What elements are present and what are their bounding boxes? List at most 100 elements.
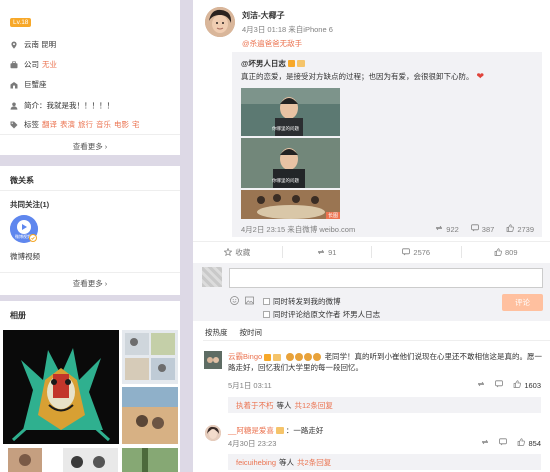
album-title: 相册 [10,311,26,320]
author-avatar[interactable] [205,7,235,37]
location-row: 云南 昆明 [10,39,56,50]
comment-icon [402,248,411,256]
comment-input[interactable] [229,268,543,288]
follow-name[interactable]: 微博视频 [10,251,40,262]
member-icon [275,427,284,434]
relations-more-link[interactable]: 查看更多 › [0,278,180,289]
repost-image[interactable]: 你哪里的问题 [241,88,340,136]
mention-link[interactable]: @杀遍爸爸无敌手 [242,38,302,49]
author-line: 刘洁-大椰子 [242,10,285,21]
vip-icon [287,60,295,67]
comment-to-author-checkbox[interactable] [263,311,270,318]
comment-like-count[interactable]: 1603 [524,381,541,390]
tab-hot[interactable]: 按热度 [205,327,228,338]
repost-block: @坏男人日志 真正的恋爱，是接受对方缺点的过程；也因为有爱，会很很卸下心防。 ❤… [232,52,542,237]
commenter-name[interactable]: __阿糖是爱喜 [228,425,274,436]
album-photo[interactable] [122,448,178,472]
repost-image[interactable]: 长图 [241,190,340,219]
album-photo[interactable] [8,448,42,472]
tag-item[interactable]: 宅 [132,119,140,130]
level-badge[interactable]: Lv.18 [10,18,32,27]
heart-icon: ❤ [476,71,485,81]
company-row: 公司 无业 [10,59,57,70]
repost-button[interactable]: 91 [283,248,372,257]
submit-comment-button[interactable]: 评论 [502,294,543,311]
my-avatar[interactable] [202,267,222,287]
comment-reply-icon[interactable] [495,380,504,390]
reply-user[interactable]: feicuihebing [236,458,276,467]
like-button[interactable]: 809 [462,248,550,257]
like-icon[interactable] [506,224,515,234]
like-icon[interactable] [517,438,526,448]
repost-count[interactable]: 922 [446,225,459,234]
repost-meta[interactable]: 4月2日 23:15 来自微博 weibo.com [241,224,355,235]
album-panel: 相册 [0,301,180,472]
repost-author[interactable]: @坏男人日志 [241,58,286,69]
zodiac-text: 巨蟹座 [24,80,47,89]
tag-item[interactable]: 电影 [114,119,129,130]
like-icon[interactable] [513,380,522,390]
reply-summary[interactable]: 执着于不朽 等人 共12条回复 [228,397,541,413]
repost-image[interactable]: 你哪里的问题 [241,138,340,188]
tag-item[interactable]: 表演 [60,119,75,130]
company-link[interactable]: 无业 [42,59,57,70]
comment-item: 云霸Bingo 老同学！真的听到小崔他们说现在心里还不敢相信这是真的。愿一路走好… [193,345,550,415]
comment-like-count[interactable]: 854 [528,439,541,448]
like-count[interactable]: 2739 [517,225,534,234]
comment-button[interactable]: 2576 [372,248,461,257]
favorite-button[interactable]: 收藏 [193,247,282,258]
tag-item[interactable]: 旅行 [78,119,93,130]
repost-stats: 922 387 2739 [435,224,534,234]
commenter-avatar[interactable] [205,425,221,441]
comment-count: 2576 [413,247,431,257]
repost-icon[interactable] [435,224,443,234]
common-follow-title: 共同关注(1) [10,200,50,209]
sort-tabs: 按热度 按时间 [205,327,262,338]
tag-item[interactable]: 翻译 [42,119,57,130]
relations-panel: 微关系 共同关注(1) 微博视频 微博视频 查看更多 › [0,166,180,295]
tab-time[interactable]: 按时间 [240,327,263,338]
comment-icon[interactable] [470,224,479,234]
relations-title: 微关系 [10,176,34,185]
reply-count-link[interactable]: 共12条回复 [295,400,333,411]
tag-icon [10,121,18,129]
comment-item: __阿糖是爱喜 ：一路走好 4月30日 23:23 854 feicuihebi… [193,421,550,472]
album-photo[interactable] [3,330,119,444]
reply-summary[interactable]: feicuihebing 等人 共2条回复 [228,454,541,470]
like-count: 809 [504,247,518,257]
repost-checkbox[interactable] [263,298,270,305]
album-photo[interactable] [122,387,178,444]
comment-to-author-label: 同时评论给原文作者 坏男人日志 [273,310,381,319]
tag-item[interactable]: 音乐 [96,119,111,130]
tags-row: 标签 翻译 表演 旅行 音乐 电影 宅 [10,119,140,130]
bio-text: 简介：我就是我！！！！！ [24,101,114,110]
author-name[interactable]: 刘洁-大椰子 [242,10,285,21]
reply-text: 等人 [279,457,295,467]
briefcase-icon [10,60,18,69]
divider [0,134,180,135]
comment-time: 4月30日 23:23 [228,439,277,448]
comment-count[interactable]: 387 [482,225,495,234]
action-bar: 收藏 91 2576 809 [193,242,550,262]
comment-actions: 854 [481,438,541,448]
comment-to-author-row[interactable]: 同时评论给原文作者 坏男人日志 [263,309,380,320]
reply-user[interactable]: 执着于不朽 [236,400,274,411]
divider [0,190,180,191]
commenter-name[interactable]: 云霸Bingo [228,352,262,361]
album-photo[interactable] [63,448,118,472]
album-photo[interactable] [122,330,178,384]
person-icon [10,102,18,110]
emoji-icon[interactable] [230,296,239,307]
divider [203,340,550,341]
commenter-avatar[interactable] [204,351,222,369]
emoji-icon [304,353,313,362]
profile-more-link[interactable]: 查看更多 › [0,141,180,152]
level-row: Lv.18 [10,18,32,27]
image-icon[interactable] [245,296,254,307]
repost-checkbox-row[interactable]: 同时转发到我的微博 [263,296,341,307]
post-meta[interactable]: 4月3日 01:18 来自iPhone 6 [242,24,333,35]
reply-icon[interactable] [481,438,489,448]
reply-icon[interactable] [477,380,485,390]
reply-count-link[interactable]: 共2条回复 [297,457,331,468]
comment-reply-icon[interactable] [499,438,508,448]
